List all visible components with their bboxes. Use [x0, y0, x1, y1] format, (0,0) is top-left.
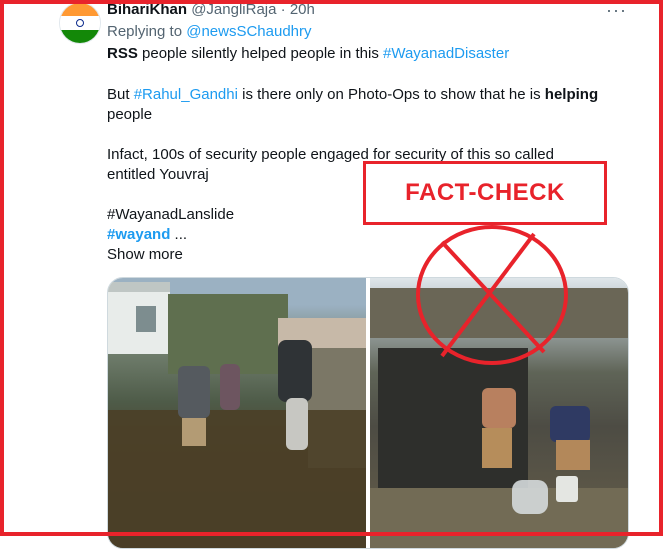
hashtag-wayand[interactable]: #wayand	[107, 226, 170, 243]
replying-handle-link[interactable]: @newsSChaudhry	[186, 23, 311, 40]
hashtag-wayanad-disaster[interactable]: #WayanadDisaster	[383, 45, 509, 62]
helping-bold: helping	[544, 86, 599, 103]
person-1	[178, 366, 210, 418]
replying-prefix: Replying to	[107, 23, 183, 40]
cross-circle-icon	[416, 225, 568, 365]
relief-bag	[286, 398, 308, 450]
tweet-header: BihariKhan @JangliRaja · 20h	[107, 0, 315, 20]
flood-water	[108, 410, 366, 548]
tweet-text-line-7: #wayand ...	[107, 225, 187, 245]
hashtag-rahul-gandhi[interactable]: #Rahul_Gandhi	[134, 86, 238, 103]
more-options-icon[interactable]: ···	[606, 0, 627, 21]
fact-check-text: FACT-CHECK	[405, 179, 565, 206]
tweet-text-line-2: But #Rahul_Gandhi is there only on Photo…	[107, 85, 598, 105]
person-2	[220, 364, 240, 410]
tweet-time[interactable]: 20h	[290, 1, 315, 18]
house-roof	[108, 282, 170, 292]
person-5	[550, 406, 590, 442]
ellipsis: ...	[170, 226, 188, 243]
hashtag-wayanad-lanslide[interactable]: #WayanadLanslide	[107, 205, 234, 225]
flood-photo-left[interactable]	[108, 278, 366, 548]
tweet-text-line-5: entitled Youvraj	[107, 166, 209, 183]
ground	[370, 488, 628, 548]
person-4-dhoti	[482, 428, 512, 468]
fact-check-label: FACT-CHECK	[363, 161, 607, 225]
trees	[168, 294, 288, 374]
ashoka-chakra-icon	[76, 19, 84, 27]
show-more-link[interactable]: Show more	[107, 245, 183, 265]
person-4	[482, 388, 516, 428]
line2-text: is there only on Photo-Ops to show that …	[237, 86, 545, 103]
bucket	[556, 476, 578, 502]
tweet-text-line-3: people	[107, 106, 153, 123]
person-3	[278, 340, 312, 402]
line2-prefix: But	[107, 86, 134, 103]
user-handle[interactable]: @JangliRaja	[191, 1, 276, 18]
separator-dot: ·	[280, 1, 286, 18]
person-1-dhoti	[182, 418, 206, 446]
display-name[interactable]: BihariKhan	[107, 1, 187, 18]
replying-to: Replying to @newsSChaudhry	[107, 22, 312, 42]
house-window	[136, 306, 156, 332]
avatar[interactable]	[59, 2, 101, 44]
white-bag	[512, 480, 548, 514]
person-5-dhoti	[556, 440, 590, 470]
line1-text: people silently helped people in this	[137, 45, 384, 62]
rss-bold: RSS	[107, 45, 138, 62]
tweet-text-line-1: RSS people silently helped people in thi…	[107, 44, 509, 64]
